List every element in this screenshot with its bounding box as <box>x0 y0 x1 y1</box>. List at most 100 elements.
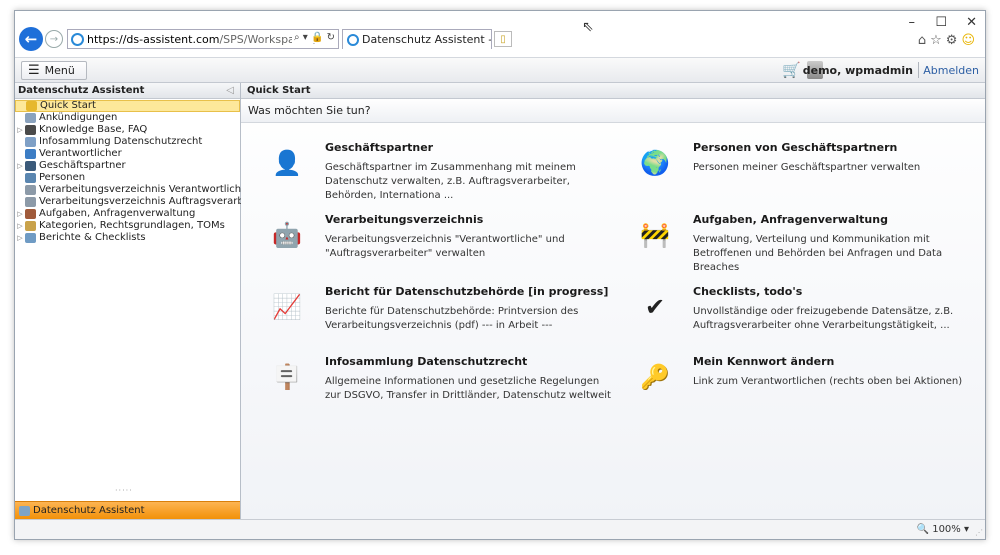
app-toolbar: ☰ Menü 🛒 demo, wpmadmin Abmelden <box>15 57 985 83</box>
expand-arrow-icon[interactable]: ▷ <box>15 220 25 232</box>
new-tab-button[interactable]: ▯ <box>494 31 512 47</box>
presentation-board-icon[interactable]: 📈 <box>267 287 307 327</box>
card-title[interactable]: Geschäftspartner <box>325 141 433 154</box>
lock-icon[interactable]: 🔒 <box>311 32 323 43</box>
card-title[interactable]: Infosammlung Datenschutzrecht <box>325 355 527 368</box>
people-globe-icon[interactable]: 🌍 <box>635 143 675 183</box>
user-name[interactable]: demo, wpmadmin <box>803 64 913 77</box>
card-title[interactable]: Checklists, todo's <box>693 285 802 298</box>
quick-start-card[interactable]: 📈 Bericht für Datenschutzbehörde [in prog… <box>267 285 608 345</box>
zoom-icon: 🔍 <box>916 524 930 535</box>
back-button[interactable]: ← <box>19 27 43 51</box>
tree-item-label: Verantwortlicher <box>39 148 122 159</box>
zoom-control[interactable]: 🔍 100% ▾ <box>917 524 969 535</box>
quick-start-card[interactable]: 🔑 Mein Kennwort ändern Link zum Verantwort… <box>635 355 975 415</box>
ie-logo-icon <box>347 33 359 46</box>
tree-item[interactable]: Personen <box>15 172 240 184</box>
forward-button[interactable]: → <box>45 30 63 48</box>
gear-icon[interactable]: ⚙ <box>946 33 962 48</box>
toolbar-divider <box>918 62 919 78</box>
address-bar-icons[interactable]: ⌕ ▾ 🔒 ↻ <box>291 32 335 43</box>
navigation-panel-header: Datenschutz Assistent ◁ <box>15 83 240 99</box>
tree-item-label: Aufgaben, Anfragenverwaltung <box>39 208 196 219</box>
quick-start-card[interactable]: 👤 Geschäftspartner Geschäftspartner im Zus… <box>267 141 607 201</box>
tree-item[interactable]: ▷ Kategorien, Rechtsgrundlagen, TOMs <box>15 220 240 232</box>
expand-arrow-icon[interactable]: ▷ <box>15 232 25 244</box>
tree-item[interactable]: ▷ Berichte & Checklists <box>15 232 240 244</box>
cart-icon[interactable]: 🛒 <box>782 61 801 79</box>
document-icon <box>25 137 36 147</box>
refresh-icon[interactable]: ↻ <box>327 32 335 43</box>
quick-start-card[interactable]: 🌍 Personen von Geschäftspartnern Personen … <box>635 141 975 201</box>
status-bar: 🔍 100% ▾ ⋰ <box>15 519 985 539</box>
tree-item[interactable]: ▷ Geschäftspartner <box>15 160 240 172</box>
search-icon[interactable]: ⌕ <box>294 32 300 43</box>
tree-item[interactable]: Quick Start <box>15 100 240 112</box>
main-panel: Quick Start Was möchten Sie tun? 👤 Geschä… <box>241 83 985 519</box>
signpost-icon[interactable]: 🪧 <box>267 357 307 397</box>
home-icon[interactable]: ⌂ <box>918 33 930 48</box>
card-title[interactable]: Aufgaben, Anfragenverwaltung <box>693 213 888 226</box>
robot-icon[interactable]: 🤖 <box>267 215 307 255</box>
mouse-cursor-icon: ⇖ <box>582 19 594 35</box>
expand-arrow-icon[interactable]: ▷ <box>15 160 25 172</box>
quick-start-card[interactable]: ✔ Checklists, todo's Unvollständige oder f… <box>635 285 975 345</box>
quick-start-card[interactable]: 🚧 Aufgaben, Anfragenverwaltung Verwaltung,… <box>635 213 975 273</box>
tree-item[interactable]: Verarbeitungsverzeichnis Verantwortliche <box>15 184 247 196</box>
new-tab-icon: ▯ <box>500 33 506 45</box>
favorites-star-icon[interactable]: ☆ <box>930 33 946 48</box>
tree-item[interactable]: ▷ Aufgaben, Anfragenverwaltung <box>15 208 240 220</box>
browser-tab[interactable]: Datenschutz Assistent - igit ... × <box>342 29 492 49</box>
address-bar[interactable]: https://ds-assistent.com/SPS/Workspaces/… <box>67 29 339 49</box>
tree-item[interactable]: Verarbeitungsverzeichnis Auftragsverarbe… <box>15 196 267 208</box>
quick-start-card[interactable]: 🪧 Infosammlung Datenschutzrecht Allgemeine… <box>267 355 611 415</box>
workspace-icon <box>19 505 30 516</box>
close-window-button[interactable]: ✕ <box>966 15 977 30</box>
card-description: Allgemeine Informationen und gesetzliche… <box>325 376 611 401</box>
splitter-grip-icon[interactable]: ····· <box>115 486 133 495</box>
book-icon <box>25 125 36 135</box>
card-title[interactable]: Bericht für Datenschutzbehörde [in progr… <box>325 285 608 298</box>
checkmark-icon[interactable]: ✔ <box>635 287 675 327</box>
bottom-tab-datenschutz-assistent[interactable]: Datenschutz Assistent <box>15 501 240 519</box>
card-description: Berichte für Datenschutzbehörde: Printve… <box>325 306 579 331</box>
menu-button[interactable]: ☰ Menü <box>21 61 87 80</box>
expand-arrow-icon[interactable]: ▷ <box>15 208 25 220</box>
minimize-button[interactable]: – <box>909 15 916 30</box>
collapse-panel-icon[interactable]: ◁ <box>226 83 234 98</box>
card-description: Verarbeitungsverzeichnis "Verantwortlich… <box>325 234 565 259</box>
tree-item[interactable]: ▷ Knowledge Base, FAQ <box>15 124 240 136</box>
zoom-level: 100% <box>932 524 961 535</box>
logout-link[interactable]: Abmelden <box>923 64 979 77</box>
main-question: Was möchten Sie tun? <box>241 99 985 123</box>
card-title[interactable]: Mein Kennwort ändern <box>693 355 834 368</box>
register-icon <box>25 185 36 195</box>
tab-title: Datenschutz Assistent - igit ... <box>362 33 492 46</box>
feedback-smiley-icon[interactable]: ☺ <box>961 33 979 48</box>
card-title[interactable]: Personen von Geschäftspartnern <box>693 141 897 154</box>
tree-item[interactable]: Infosammlung Datenschutzrecht <box>15 136 240 148</box>
expand-arrow-icon[interactable]: ▷ <box>15 124 25 136</box>
maximize-button[interactable]: ☐ <box>935 15 947 30</box>
resize-grip-icon[interactable]: ⋰ <box>975 528 983 537</box>
keys-icon[interactable]: 🔑 <box>635 357 675 397</box>
folder-icon <box>25 221 36 231</box>
tree-item[interactable]: Verantwortlicher <box>15 148 240 160</box>
url-host: https://ds-assistent.com <box>87 32 220 46</box>
card-description: Link zum Verantwortlichen (rechts oben b… <box>693 376 963 387</box>
browser-chrome: ← → https://ds-assistent.com/SPS/Workspa… <box>15 11 985 57</box>
tree-item-label: Berichte & Checklists <box>39 232 146 243</box>
menu-label: Menü <box>44 64 75 77</box>
business-partner-icon[interactable]: 👤 <box>267 143 307 183</box>
people-globe-icon <box>25 173 36 183</box>
card-description: Geschäftspartner im Zusammenhang mit mei… <box>325 162 576 201</box>
quick-start-card[interactable]: 🤖 Verarbeitungsverzeichnis Verarbeitungsve… <box>267 213 607 273</box>
card-title[interactable]: Verarbeitungsverzeichnis <box>325 213 483 226</box>
tree-item-label: Quick Start <box>40 100 96 111</box>
card-description: Unvollständige oder freizugebende Datens… <box>693 306 954 331</box>
tree-item-label: Knowledge Base, FAQ <box>39 124 148 135</box>
barrier-icon[interactable]: 🚧 <box>635 215 675 255</box>
tree-item-label: Verarbeitungsverzeichnis Auftragsverarbe… <box>39 196 267 207</box>
navigation-tree: Quick Start Ankündigungen ▷ Knowledge Base,… <box>15 99 267 244</box>
tree-item[interactable]: Ankündigungen <box>15 112 240 124</box>
